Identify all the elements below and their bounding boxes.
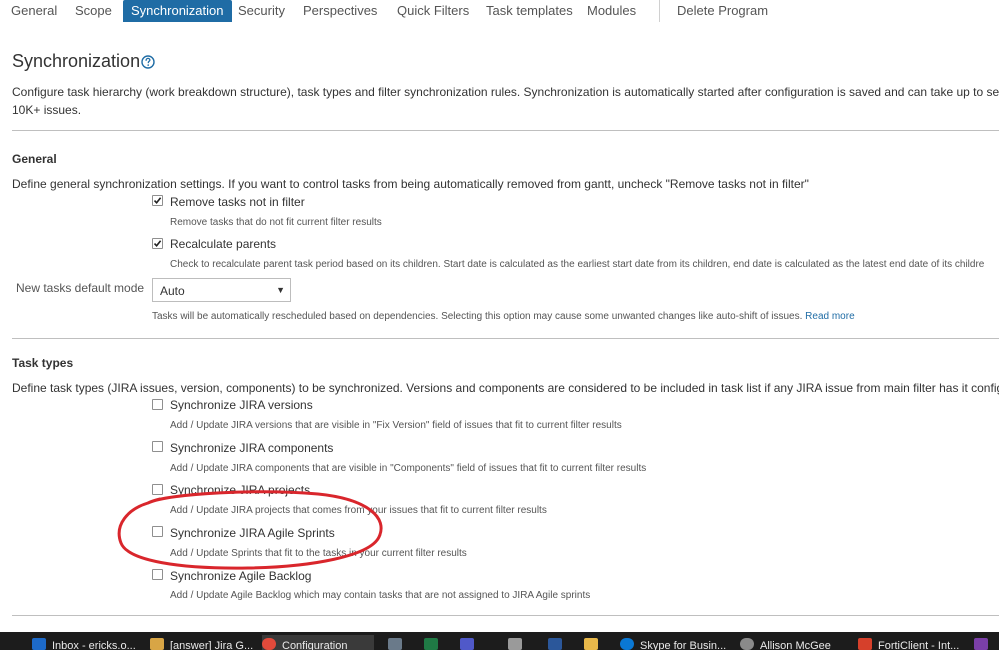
annotation-ellipse [117,490,383,570]
chrome-icon [262,638,276,650]
taskbar-item-skype[interactable]: Skype for Busin... [620,635,726,650]
excel-icon[interactable] [424,638,438,650]
app-icon[interactable] [388,638,402,650]
taskbar-label: Allison McGee [760,640,831,650]
taskbar-item-mail[interactable]: [answer] Jira G... [150,635,255,650]
taskbar-label: Skype for Busin... [640,640,727,650]
onenote-icon[interactable] [974,638,988,650]
taskbar-label: [answer] Jira G... [170,640,254,650]
contact-icon [740,638,754,650]
taskbar-item-contact[interactable]: Allison McGee [740,635,840,650]
folder-icon[interactable] [584,638,598,650]
taskbar-label: Configuration [282,640,348,650]
taskbar-label: FortiClient - Int... [878,640,960,650]
teams-icon[interactable] [460,638,474,650]
forticlient-icon [858,638,872,650]
taskbar-label: Inbox - ericks.o... [52,640,136,650]
taskbar-item-outlook[interactable]: Inbox - ericks.o... [32,635,142,650]
calculator-icon[interactable] [508,638,522,650]
word-icon[interactable] [548,638,562,650]
taskbar-item-chrome[interactable]: Configuration [262,635,374,650]
taskbar-item-forticlient[interactable]: FortiClient - Int... [858,635,968,650]
skype-icon [620,638,634,650]
os-taskbar: Inbox - ericks.o... [answer] Jira G... C… [0,632,999,650]
outlook-icon [32,638,46,650]
mail-icon [150,638,164,650]
